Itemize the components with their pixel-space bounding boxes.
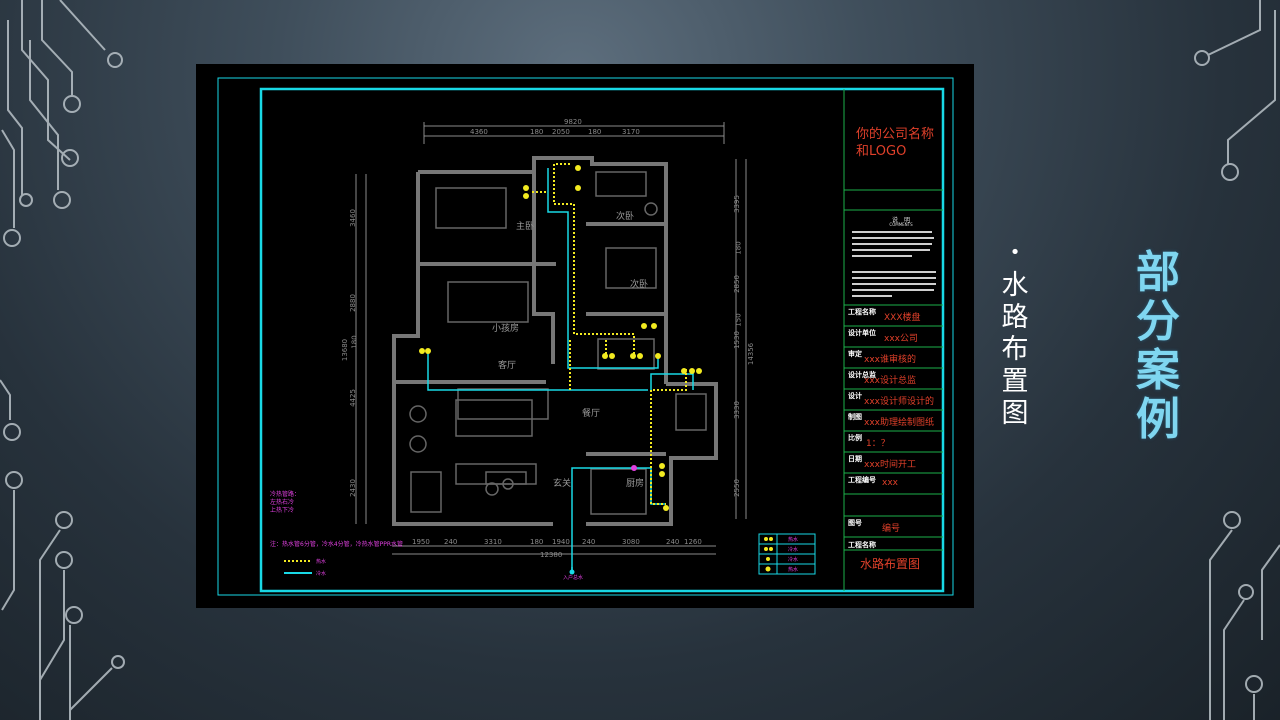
dim-label: 180 bbox=[588, 128, 602, 136]
pipe-note: 上热下冷 bbox=[270, 507, 295, 514]
dim-label: 180 bbox=[734, 241, 743, 255]
field-value: 编号 bbox=[882, 524, 901, 534]
dim-label: 240 bbox=[582, 538, 596, 546]
dim-label: 4360 bbox=[470, 128, 488, 136]
room-label: 次卧 bbox=[616, 212, 635, 222]
dim-label: 3330 bbox=[732, 401, 741, 419]
field-value: 1：？ bbox=[866, 439, 890, 449]
pipe-fixtures bbox=[419, 165, 702, 511]
dim-total-bottom: 12380 bbox=[540, 551, 563, 559]
dim-label: 240 bbox=[666, 538, 680, 546]
room-label: 主卧 bbox=[516, 222, 535, 232]
field-value: xxx谁审核的 bbox=[864, 355, 916, 365]
field-key: 审定 bbox=[848, 350, 862, 358]
dim-label: 1950 bbox=[412, 538, 430, 546]
entry-label: 入户总水 bbox=[563, 575, 584, 581]
dim-label: 2550 bbox=[732, 479, 741, 497]
dim-total-left: 13680 bbox=[341, 338, 350, 362]
bullet-dot: • bbox=[1009, 242, 1021, 263]
company-name: 你的公司名称 和LOGO bbox=[856, 127, 935, 159]
dim-label: 1530 bbox=[732, 331, 741, 349]
vertical-char: 案 bbox=[1136, 345, 1180, 396]
legend-line-label: 热水 bbox=[316, 559, 327, 565]
legend-box-label: 热水 bbox=[788, 537, 799, 543]
field-key: 日期 bbox=[848, 455, 862, 463]
field-key: 工程编号 bbox=[848, 476, 876, 484]
field-key: 工程名称 bbox=[848, 308, 876, 316]
room-label: 小孩房 bbox=[492, 324, 520, 334]
dim-label: 3080 bbox=[622, 538, 640, 546]
dim-label: 240 bbox=[444, 538, 458, 546]
walls bbox=[392, 156, 718, 526]
field-value: xxx助理绘制图纸 bbox=[864, 418, 934, 428]
vertical-char: 图 bbox=[1001, 398, 1029, 429]
notes-subheading: COMMENTS bbox=[889, 222, 913, 227]
outer-frame bbox=[217, 77, 954, 596]
dim-label: 1940 bbox=[552, 538, 570, 546]
dim-label: 2880 bbox=[348, 294, 357, 312]
dim-label: 4425 bbox=[348, 389, 357, 407]
dim-label: 1260 bbox=[684, 538, 702, 546]
dim-label: 3460 bbox=[348, 209, 357, 227]
slide-title: 部分案例 bbox=[1133, 248, 1183, 444]
field-value: xxx设计师设计的 bbox=[864, 397, 934, 407]
field-value: XXX楼盘 bbox=[884, 313, 921, 323]
dim-label: 3395 bbox=[732, 195, 741, 213]
dim-label: 180 bbox=[530, 538, 544, 546]
dim-label: 3170 bbox=[622, 128, 640, 136]
legend-box-label: 热水 bbox=[788, 567, 799, 573]
water-plan-drawing: 你的公司名称 和LOGO 说 明 COMMENTS 工程名称 XXX楼盘 设计单位… bbox=[196, 64, 974, 608]
notes-text-lines bbox=[852, 231, 936, 297]
dim-label: 2430 bbox=[348, 479, 357, 497]
field-key: 制图 bbox=[848, 413, 862, 421]
sheet-title: 水路布置图 bbox=[860, 557, 921, 571]
vertical-char: 布 bbox=[1001, 334, 1029, 365]
legend-box-label: 冷水 bbox=[788, 547, 799, 553]
dim-label: 2050 bbox=[552, 128, 570, 136]
field-key: 设计单位 bbox=[848, 329, 876, 337]
field-key: 比例 bbox=[848, 434, 862, 442]
field-key: 工程名称 bbox=[848, 541, 876, 549]
field-key: 图号 bbox=[848, 519, 862, 527]
bullet-text: 水路布置图 bbox=[1000, 270, 1030, 430]
room-label: 次卧 bbox=[630, 280, 649, 290]
field-value: xxx bbox=[882, 478, 898, 488]
legend-line-label: 冷水 bbox=[316, 571, 327, 577]
dim-total-top: 9820 bbox=[564, 118, 582, 126]
room-label: 厨房 bbox=[626, 479, 645, 489]
dim-label: 150 bbox=[734, 313, 743, 327]
room-label: 餐厅 bbox=[582, 409, 601, 419]
dim-label: 180 bbox=[530, 128, 544, 136]
field-value: xxx设计总监 bbox=[864, 376, 916, 386]
field-value: xxx公司 bbox=[884, 334, 918, 344]
dim-total-right: 14356 bbox=[747, 342, 756, 366]
vertical-char: 分 bbox=[1136, 296, 1180, 347]
field-value: xxx时间开工 bbox=[864, 460, 916, 470]
bullet-item: • 水路布置图 bbox=[1000, 244, 1030, 430]
vertical-char: 置 bbox=[1001, 366, 1029, 397]
room-label: 客厅 bbox=[498, 361, 517, 371]
room-label: 玄关 bbox=[553, 479, 572, 489]
vertical-char: 路 bbox=[1001, 302, 1029, 333]
dim-label: 3310 bbox=[484, 538, 502, 546]
vertical-char: 部 bbox=[1136, 247, 1180, 298]
field-key: 设计 bbox=[848, 392, 862, 400]
pipe-spec-note: 注：热水管6分管，冷水4分管，冷热水管PPR水管 bbox=[270, 541, 404, 548]
dim-label: 2850 bbox=[732, 275, 741, 293]
dim-label: 180 bbox=[350, 335, 359, 349]
vertical-char: 水 bbox=[1001, 270, 1029, 301]
legend-box-label: 冷水 bbox=[788, 557, 799, 563]
vertical-char: 例 bbox=[1136, 394, 1180, 445]
